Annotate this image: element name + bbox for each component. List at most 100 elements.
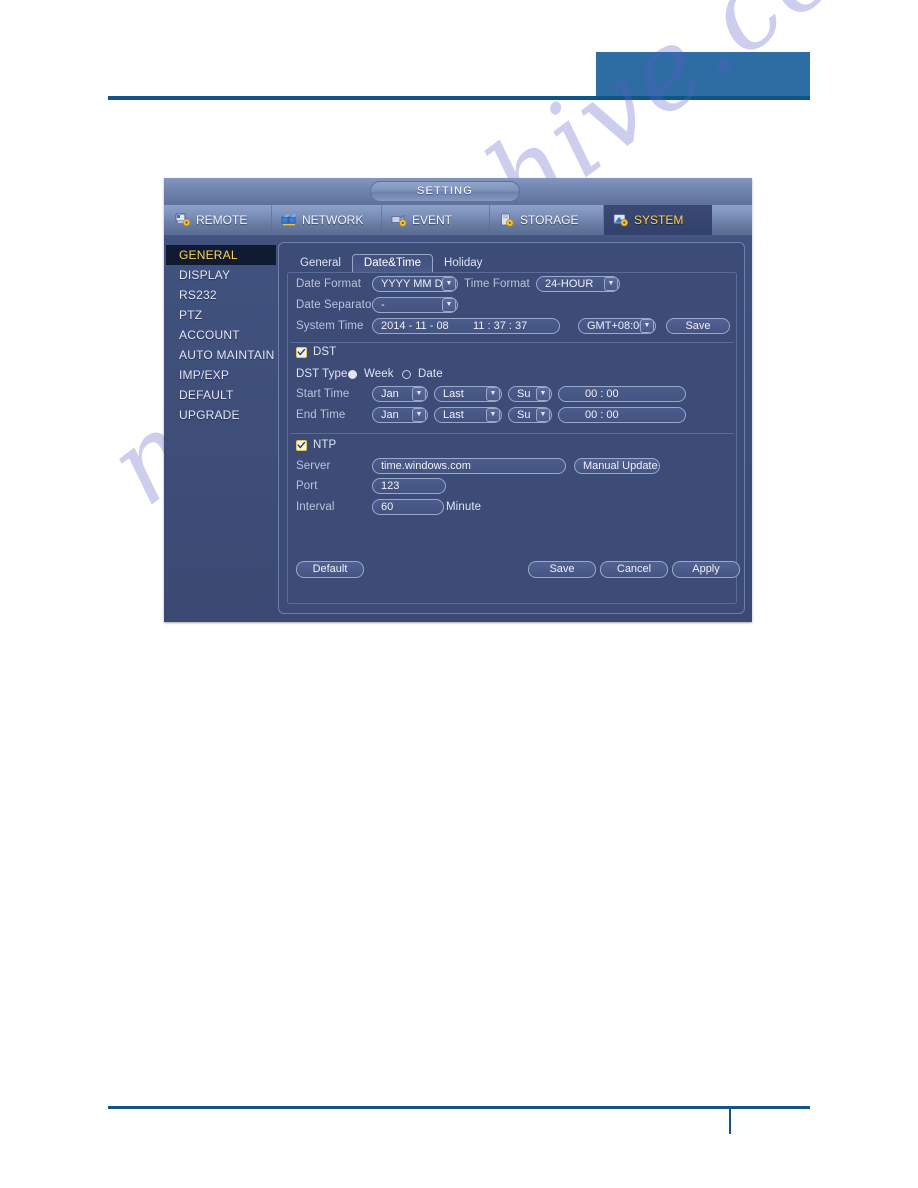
- tab-storage-label: STORAGE: [520, 213, 579, 227]
- ntp-label: NTP: [313, 439, 337, 451]
- settings-frame: Date Format YYYY MM DD ▼ Time Format 24-…: [287, 272, 740, 604]
- timezone-value: GMT+08:00: [587, 320, 646, 332]
- dst-label: DST: [313, 346, 337, 358]
- system-time-save-button[interactable]: Save: [666, 318, 730, 334]
- time-format-label: Time Format: [464, 278, 530, 290]
- date-format-label: Date Format: [296, 278, 362, 290]
- tab-storage[interactable]: STORAGE: [490, 205, 604, 235]
- save-button[interactable]: Save: [528, 561, 596, 578]
- dst-end-month-value: Jan: [381, 409, 399, 421]
- sidebar-item-ptz[interactable]: PTZ: [166, 305, 276, 325]
- tab-remote-label: REMOTE: [196, 213, 248, 227]
- tab-event-label: EVENT: [412, 213, 453, 227]
- default-button[interactable]: Default: [296, 561, 364, 578]
- dialog-title: SETTING: [370, 181, 520, 202]
- dialog-body: GENERAL DISPLAY RS232 PTZ ACCOUNT AUTO M…: [164, 235, 752, 622]
- dst-start-day-value: Su: [517, 388, 531, 400]
- subtab-general[interactable]: General: [289, 254, 352, 272]
- chevron-down-icon[interactable]: ▼: [442, 298, 456, 312]
- dst-end-day-select[interactable]: Su ▼: [508, 407, 552, 423]
- dst-end-day-value: Su: [517, 409, 531, 421]
- chevron-down-icon[interactable]: ▼: [536, 408, 550, 422]
- chevron-down-icon[interactable]: ▼: [604, 277, 618, 291]
- sidebar-item-auto-maintain[interactable]: AUTO MAINTAIN: [166, 345, 276, 365]
- dst-type-week-label: Week: [364, 368, 394, 380]
- tab-event[interactable]: EVENT: [382, 205, 490, 235]
- system-clock-value: 11 : 37 : 37: [473, 320, 528, 332]
- sidebar-item-display[interactable]: DISPLAY: [166, 265, 276, 285]
- dst-type-date-label: Date: [418, 368, 443, 380]
- apply-button[interactable]: Apply: [672, 561, 740, 578]
- tab-system[interactable]: SYSTEM: [604, 205, 712, 235]
- content-panel: General Date&Time Holiday Date Format YY…: [278, 242, 745, 614]
- tab-network-label: NETWORK: [302, 213, 364, 227]
- dst-end-time-input[interactable]: 00 : 00: [558, 407, 686, 423]
- page-footer-tick: [729, 1108, 731, 1134]
- ntp-interval-input[interactable]: 60: [372, 499, 444, 515]
- dst-end-time-value: 00 : 00: [585, 409, 619, 421]
- system-time-label: System Time: [296, 320, 364, 332]
- network-icon: [281, 213, 297, 227]
- storage-icon: [499, 213, 515, 227]
- tab-remote[interactable]: REMOTE: [166, 205, 272, 235]
- timezone-select[interactable]: GMT+08:00 ▼: [578, 318, 656, 334]
- dst-start-month-select[interactable]: Jan ▼: [372, 386, 428, 402]
- sub-tab-strip: General Date&Time Holiday: [289, 254, 493, 273]
- ntp-manual-update-button[interactable]: Manual Update: [574, 458, 660, 474]
- ntp-port-input[interactable]: 123: [372, 478, 446, 494]
- ntp-interval-label: Interval: [296, 501, 335, 513]
- subtab-holiday[interactable]: Holiday: [433, 254, 493, 272]
- sidebar-item-imp-exp[interactable]: IMP/EXP: [166, 365, 276, 385]
- dst-end-week-select[interactable]: Last ▼: [434, 407, 502, 423]
- system-date-input[interactable]: 2014 - 11 - 08 11 : 37 : 37: [372, 318, 560, 334]
- divider-middle: [290, 433, 734, 434]
- ntp-port-label: Port: [296, 480, 318, 492]
- cancel-button[interactable]: Cancel: [600, 561, 668, 578]
- sidebar-item-default[interactable]: DEFAULT: [166, 385, 276, 405]
- ntp-checkbox[interactable]: [296, 440, 307, 451]
- ntp-server-input[interactable]: time.windows.com: [372, 458, 566, 474]
- divider-top: [290, 342, 734, 343]
- date-format-select[interactable]: YYYY MM DD ▼: [372, 276, 458, 292]
- tab-network[interactable]: NETWORK: [272, 205, 382, 235]
- system-icon: [613, 213, 629, 227]
- dst-start-day-select[interactable]: Su ▼: [508, 386, 552, 402]
- ntp-interval-unit-label: Minute: [446, 501, 482, 513]
- system-date-value: 2014 - 11 - 08: [381, 320, 449, 332]
- dst-end-month-select[interactable]: Jan ▼: [372, 407, 428, 423]
- chevron-down-icon[interactable]: ▼: [442, 277, 456, 291]
- dst-start-time-value: 00 : 00: [585, 388, 619, 400]
- date-separator-select[interactable]: - ▼: [372, 297, 458, 313]
- dst-start-month-value: Jan: [381, 388, 399, 400]
- page-footer-rule: [108, 1106, 810, 1109]
- time-format-select[interactable]: 24-HOUR ▼: [536, 276, 620, 292]
- date-format-value: YYYY MM DD: [381, 278, 451, 290]
- page-header-rule: [108, 96, 810, 100]
- dst-type-date-radio[interactable]: [402, 370, 411, 379]
- setting-dialog: SETTING REMOTE NETWORK EVENT STORAGE SYS…: [164, 178, 752, 622]
- sidebar-item-account[interactable]: ACCOUNT: [166, 325, 276, 345]
- chevron-down-icon[interactable]: ▼: [412, 408, 426, 422]
- remote-icon: [175, 213, 191, 227]
- chevron-down-icon[interactable]: ▼: [486, 387, 500, 401]
- dst-start-label: Start Time: [296, 388, 350, 400]
- sidebar-item-upgrade[interactable]: UPGRADE: [166, 405, 276, 425]
- ntp-server-label: Server: [296, 460, 331, 472]
- chevron-down-icon[interactable]: ▼: [412, 387, 426, 401]
- chevron-down-icon[interactable]: ▼: [536, 387, 550, 401]
- dst-checkbox[interactable]: [296, 347, 307, 358]
- dst-start-week-select[interactable]: Last ▼: [434, 386, 502, 402]
- dst-type-week-radio[interactable]: [348, 370, 357, 379]
- sidebar-item-general[interactable]: GENERAL: [166, 245, 276, 265]
- subtab-date-time[interactable]: Date&Time: [351, 254, 434, 273]
- dst-start-time-input[interactable]: 00 : 00: [558, 386, 686, 402]
- time-format-value: 24-HOUR: [545, 278, 594, 290]
- dst-type-label: DST Type: [296, 368, 348, 380]
- date-separator-value: -: [381, 299, 385, 311]
- sidebar-item-rs232[interactable]: RS232: [166, 285, 276, 305]
- main-tab-strip: REMOTE NETWORK EVENT STORAGE SYSTEM: [164, 205, 752, 235]
- chevron-down-icon[interactable]: ▼: [486, 408, 500, 422]
- dst-end-label: End Time: [296, 409, 346, 421]
- chevron-down-icon[interactable]: ▼: [640, 319, 654, 333]
- event-icon: [391, 213, 407, 227]
